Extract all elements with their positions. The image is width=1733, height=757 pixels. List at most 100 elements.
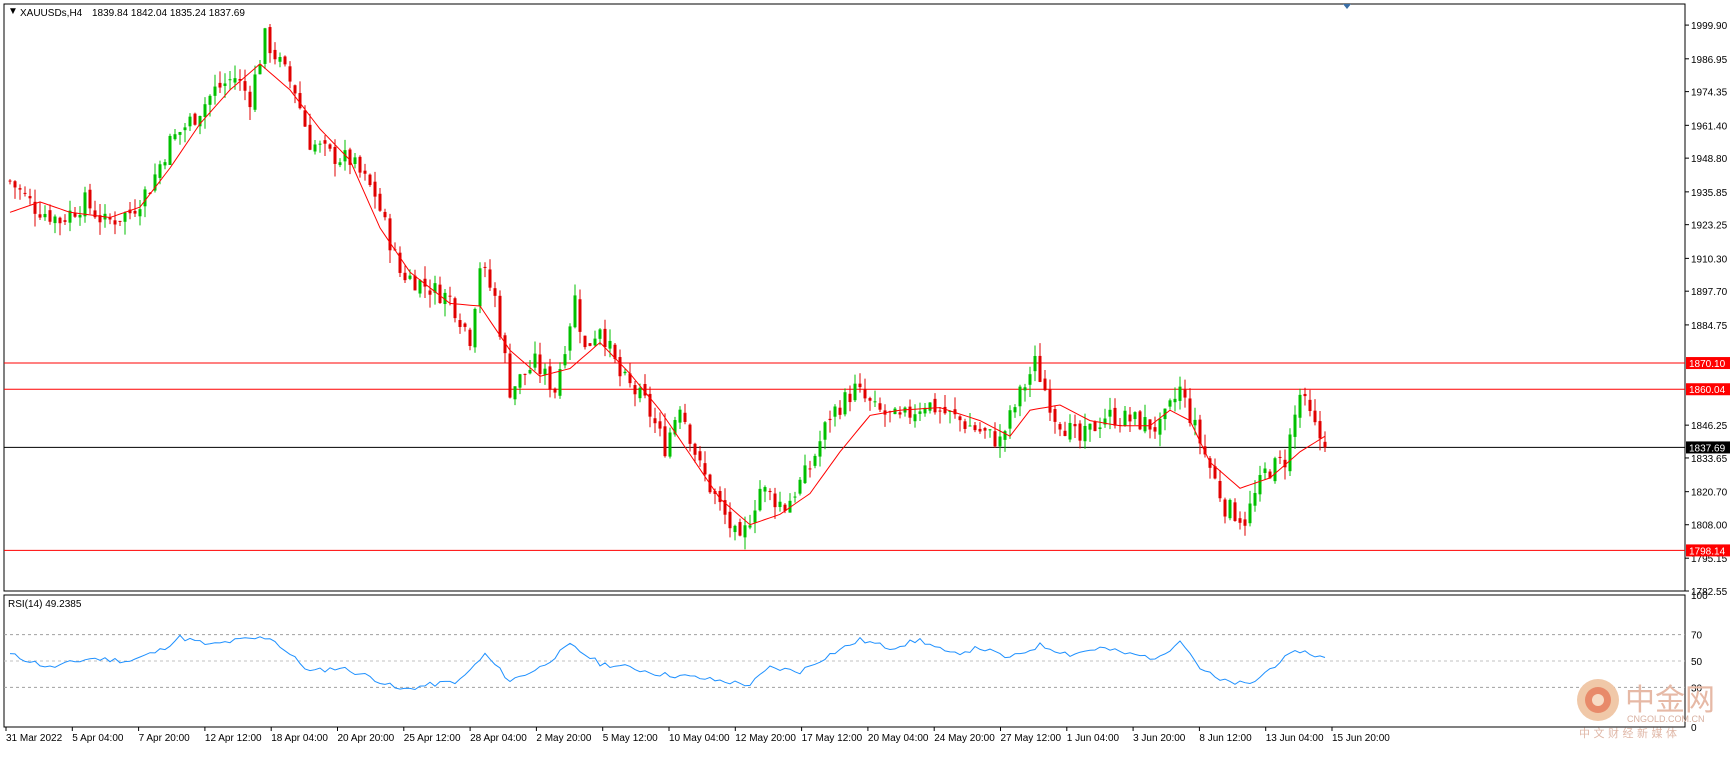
candle-body: [568, 326, 572, 351]
candle-body: [593, 338, 597, 346]
time-tick-label: 5 May 12:00: [603, 733, 658, 744]
candle-body: [773, 493, 777, 508]
candle-body: [183, 127, 187, 131]
price-tick-label: 1833.65: [1691, 454, 1728, 465]
time-tick-label: 17 May 12:00: [802, 733, 863, 744]
candle-body: [828, 418, 832, 421]
candle-body: [283, 56, 287, 65]
candle-body: [483, 266, 487, 268]
time-tick-label: 24 May 20:00: [934, 733, 995, 744]
candle-body: [963, 421, 967, 429]
candle-body: [1088, 423, 1092, 430]
candle-body: [383, 211, 387, 218]
candle-body: [63, 220, 67, 222]
candle-body: [798, 479, 802, 494]
candle-body: [353, 157, 357, 165]
candle-body: [1253, 492, 1257, 506]
price-axis: 1999.90 1986.95 1974.35 1961.40 1948.80 1935.…: [1685, 21, 1728, 598]
candle-body: [53, 216, 57, 224]
time-tick-label: 20 Apr 20:00: [338, 733, 395, 744]
candle-body: [43, 213, 47, 218]
candle-body: [113, 220, 117, 225]
rsi-label: RSI(14) 49.2385: [8, 599, 82, 610]
candle-body: [1178, 386, 1182, 401]
time-tick-label: 18 Apr 04:00: [271, 733, 328, 744]
candle-body: [213, 86, 217, 96]
candle-body: [833, 406, 837, 417]
time-tick-label: 10 May 04:00: [669, 733, 730, 744]
candle-body: [933, 398, 937, 413]
candle-body: [1038, 355, 1042, 382]
price-tick-label: 1897.70: [1691, 287, 1728, 298]
candle-body: [1133, 412, 1137, 420]
candle-body: [958, 416, 962, 421]
candle-body: [523, 373, 527, 375]
candle-body: [573, 295, 577, 328]
candle-body: [328, 144, 332, 149]
candle-body: [1053, 409, 1057, 422]
time-tick-label: 25 Apr 12:00: [404, 733, 461, 744]
candle-body: [413, 275, 417, 291]
price-tick-label: 1884.75: [1691, 321, 1728, 332]
candle-body: [898, 412, 902, 415]
price-tick-label: 1808.00: [1691, 521, 1728, 532]
candle-body: [178, 132, 182, 135]
candle-body: [1023, 387, 1027, 391]
candle-body: [688, 424, 692, 444]
candle-body: [203, 104, 207, 117]
candle-body: [553, 388, 557, 393]
price-tick-label: 1974.35: [1691, 88, 1728, 99]
candle-body: [298, 93, 302, 109]
candle-body: [1238, 518, 1242, 523]
candle-body: [478, 268, 482, 307]
candle-body: [358, 156, 362, 173]
candle-body: [493, 288, 497, 296]
candle-body: [78, 214, 82, 218]
time-tick-label: 7 Apr 20:00: [139, 733, 191, 744]
price-chart[interactable]: ▼ XAUUSDs,H4 1839.84 1842.04 1835.24 183…: [0, 0, 1733, 752]
candle-body: [1168, 400, 1172, 407]
price-tick-label: 1986.95: [1691, 55, 1728, 66]
candle-body: [208, 95, 212, 105]
time-tick-label: 13 Jun 04:00: [1266, 733, 1324, 744]
candle-body: [1008, 410, 1012, 429]
candle-body: [1258, 475, 1262, 495]
candle-body: [563, 354, 567, 366]
candle-body: [758, 488, 762, 511]
candle-body: [83, 192, 87, 217]
candle-body: [438, 284, 442, 304]
candle-body: [318, 143, 322, 145]
candle-body: [763, 487, 767, 492]
candle-body: [1278, 456, 1282, 458]
time-tick-label: 8 Jun 12:00: [1199, 733, 1252, 744]
time-tick-label: 15 Jun 20:00: [1332, 733, 1390, 744]
candle-body: [273, 49, 277, 60]
rsi-tick-label: 50: [1691, 657, 1703, 668]
chart-window: ▼ XAUUSDs,H4 1839.84 1842.04 1835.24 183…: [0, 0, 1733, 752]
candle-body: [458, 320, 462, 327]
candle-body: [533, 353, 537, 368]
candle-body: [388, 218, 392, 251]
candle-body: [1288, 434, 1292, 472]
candle-body: [1193, 419, 1197, 426]
candle-body: [403, 272, 407, 281]
candle-body: [1233, 502, 1237, 521]
candle-body: [603, 328, 607, 348]
level-label: 1860.04: [1689, 385, 1726, 396]
candle-body: [638, 387, 642, 399]
watermark-tagline: 中 文 财 经 新 媒 体: [1579, 726, 1677, 740]
price-tick-label: 1948.80: [1691, 154, 1728, 165]
candle-body: [453, 298, 457, 319]
candle-body: [158, 164, 162, 178]
level-label: 1870.10: [1689, 359, 1726, 370]
candle-body: [248, 91, 252, 108]
time-tick-label: 31 Mar 2022: [6, 733, 63, 744]
candle-body: [1143, 417, 1147, 432]
dropdown-triangle-icon[interactable]: ▼: [8, 6, 18, 17]
candle-body: [293, 85, 297, 94]
price-tick-label: 1820.70: [1691, 488, 1728, 499]
candle-body: [623, 371, 627, 374]
candle-body: [733, 525, 737, 533]
candle-body: [668, 432, 672, 457]
candle-body: [913, 414, 917, 422]
